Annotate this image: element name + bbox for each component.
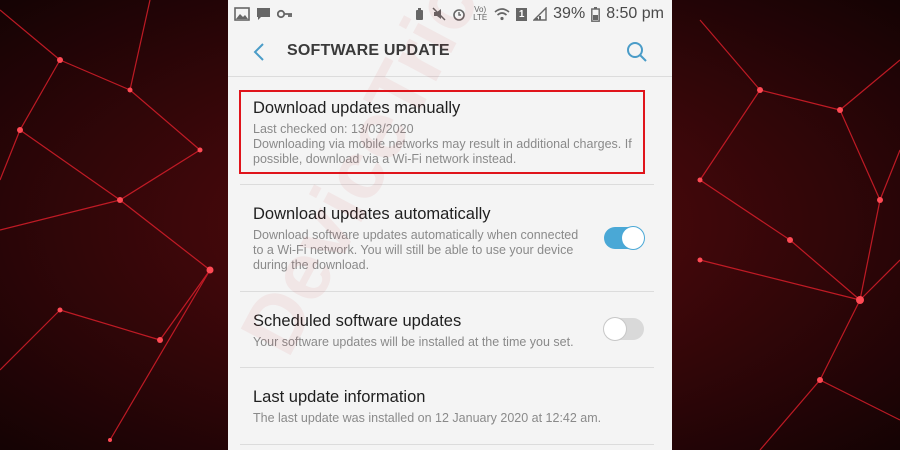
image-icon [234,7,250,21]
scheduled-updates-toggle[interactable] [604,318,644,340]
alarm-icon [413,7,426,22]
setting-title: Last update information [253,388,426,406]
back-button[interactable] [246,38,272,66]
status-bar: Vo) LTE 1 39% 8:50 pm [228,0,672,28]
chevron-left-icon [253,43,264,61]
phone-screen: Vo) LTE 1 39% 8:50 pm SOFTWARE UPDATE Do… [228,0,672,450]
signal-icon [533,7,547,21]
battery-icon [591,6,601,22]
divider [240,444,654,445]
search-icon [627,42,647,62]
setting-last-checked: Last checked on: 13/03/2020 [253,122,414,136]
sim-icon: 1 [516,7,528,21]
app-bar: SOFTWARE UPDATE [228,28,672,76]
setting-download-manually[interactable]: Download updates manually Last checked o… [228,77,672,184]
setting-description: Downloading via mobile networks may resu… [253,137,632,166]
clock: 8:50 pm [606,5,664,22]
volte-icon: Vo) LTE [473,5,488,22]
battery-percent: 39% [553,5,586,22]
alarm-clock-icon [452,7,466,21]
toggle-knob [622,227,644,249]
setting-title: Scheduled software updates [253,312,462,330]
setting-last-update-info[interactable]: Last update information The last update … [228,368,672,444]
setting-description: Download software updates automatically … [253,228,579,272]
wifi-icon [494,7,510,21]
setting-description: The last update was installed on 12 Janu… [253,411,602,425]
setting-scheduled-updates[interactable]: Scheduled software updates Your software… [228,292,672,367]
settings-list: Download updates manually Last checked o… [228,76,672,445]
toggle-knob [604,318,626,340]
search-button[interactable] [624,38,650,66]
message-icon [256,7,271,21]
mute-icon [432,7,446,21]
auto-download-toggle[interactable] [604,227,644,249]
key-icon [277,9,293,19]
setting-description: Your software updates will be installed … [253,335,574,349]
setting-title: Download updates automatically [253,205,491,223]
setting-title: Download updates manually [253,99,461,117]
setting-download-automatically[interactable]: Download updates automatically Download … [228,185,672,291]
page-title: SOFTWARE UPDATE [287,42,450,59]
